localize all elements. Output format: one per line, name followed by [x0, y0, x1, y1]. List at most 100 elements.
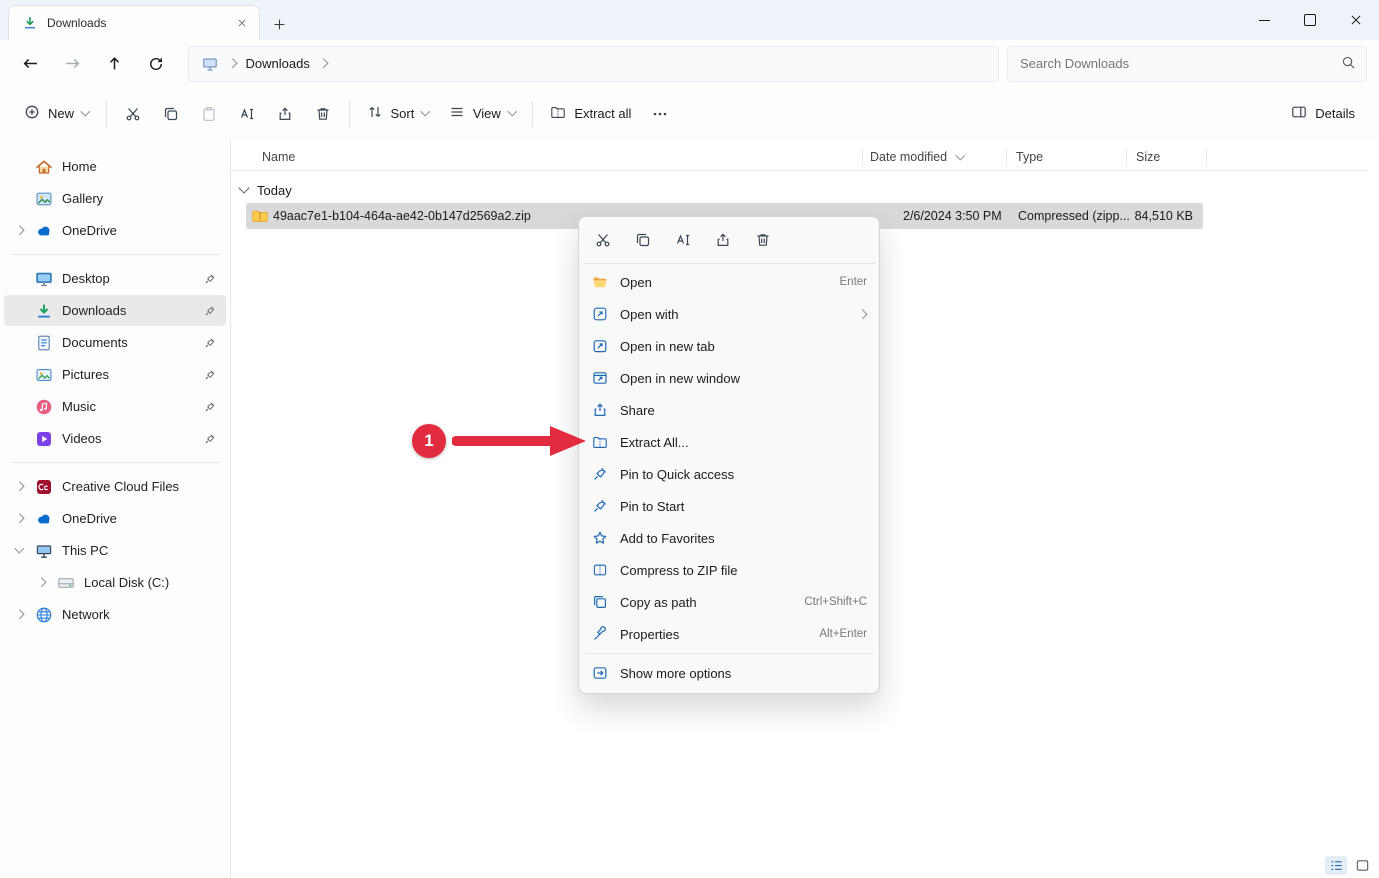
column-header-date-modified[interactable]: Date modified: [870, 144, 964, 170]
file-explorer-window: Downloads: [0, 0, 1379, 878]
cut-button[interactable]: [114, 96, 152, 132]
delete-icon[interactable]: [745, 223, 781, 257]
back-icon[interactable]: [12, 47, 48, 81]
up-icon[interactable]: [96, 47, 132, 81]
music-icon: [35, 398, 53, 416]
thumbnail-view-icon[interactable]: [1351, 856, 1373, 875]
file-size: 84,510 KB: [1135, 203, 1193, 229]
sidebar-item-this-pc[interactable]: This PC: [4, 535, 226, 566]
sidebar-item-home[interactable]: Home: [4, 151, 226, 182]
chevron-right-icon[interactable]: [12, 483, 26, 490]
column-header-size[interactable]: Size: [1136, 144, 1160, 170]
new-label: New: [48, 106, 74, 121]
sidebar-item-onedrive[interactable]: OneDrive: [4, 215, 226, 246]
menu-item-open[interactable]: Open Enter: [583, 266, 875, 298]
menu-item-properties[interactable]: Properties Alt+Enter: [583, 618, 875, 650]
extract-all-label: Extract all: [574, 106, 631, 121]
list-view-icon[interactable]: [1325, 856, 1347, 875]
sidebar-item-downloads[interactable]: Downloads: [4, 295, 226, 326]
command-bar: New Sort: [0, 87, 1379, 141]
chevron-down-icon: [956, 150, 965, 159]
copy-icon[interactable]: [625, 223, 661, 257]
close-tab-icon[interactable]: [231, 12, 253, 34]
divider: [349, 101, 350, 127]
annotation-arrow-icon: [452, 422, 588, 463]
sidebar-item-music[interactable]: Music: [4, 391, 226, 422]
extract-icon: [591, 434, 609, 450]
menu-item-pin-to-quick-access[interactable]: Pin to Quick access: [583, 458, 875, 490]
sidebar-item-gallery[interactable]: Gallery: [4, 183, 226, 214]
chevron-right-icon[interactable]: [12, 611, 26, 618]
search-icon[interactable]: [1341, 55, 1356, 73]
menu-item-open-in-new-window[interactable]: Open in new window: [583, 362, 875, 394]
delete-button[interactable]: [304, 96, 342, 132]
videos-icon: [35, 430, 53, 448]
open-with-icon: [591, 306, 609, 322]
share-icon: [591, 402, 609, 418]
column-header-type[interactable]: Type: [1016, 144, 1043, 170]
window-controls: [1241, 0, 1379, 40]
menu-item-pin-to-start[interactable]: Pin to Start: [583, 490, 875, 522]
sidebar-item-desktop[interactable]: Desktop: [4, 263, 226, 294]
tab-downloads[interactable]: Downloads: [8, 5, 260, 40]
extract-all-button[interactable]: Extract all: [540, 96, 641, 132]
sidebar-item-network[interactable]: Network: [4, 599, 226, 630]
menu-item-extract-all[interactable]: Extract All...: [583, 426, 875, 458]
chevron-right-icon[interactable]: [34, 579, 48, 586]
sort-button[interactable]: Sort: [357, 96, 439, 132]
sort-label: Sort: [391, 106, 415, 121]
menu-item-compress-to-zip[interactable]: Compress to ZIP file: [583, 554, 875, 586]
copy-path-icon: [591, 594, 609, 610]
sidebar-item-local-disk-c[interactable]: Local Disk (C:): [4, 567, 226, 598]
cut-icon[interactable]: [585, 223, 621, 257]
menu-item-show-more-options[interactable]: Show more options: [583, 657, 875, 689]
chevron-right-icon[interactable]: [12, 515, 26, 522]
group-label: Today: [257, 183, 292, 198]
pictures-icon: [35, 366, 53, 384]
minimize-button[interactable]: [1241, 0, 1287, 40]
local-disk-icon: [57, 574, 75, 592]
pin-icon: [204, 337, 216, 349]
new-tab-button[interactable]: [268, 13, 290, 35]
sidebar-item-documents[interactable]: Documents: [4, 327, 226, 358]
file-name: 49aac7e1-b104-464a-ae42-0b147d2569a2.zip: [273, 203, 531, 229]
pin-start-icon: [591, 498, 609, 514]
new-button[interactable]: New: [14, 96, 99, 132]
view-button[interactable]: View: [439, 96, 525, 132]
close-button[interactable]: [1333, 0, 1379, 40]
view-label: View: [473, 106, 501, 121]
search-input[interactable]: [1018, 55, 1333, 72]
copy-button[interactable]: [152, 96, 190, 132]
sidebar-item-pictures[interactable]: Pictures: [4, 359, 226, 390]
details-label: Details: [1315, 106, 1355, 121]
menu-item-share[interactable]: Share: [583, 394, 875, 426]
share-button[interactable]: [266, 96, 304, 132]
column-header-name[interactable]: Name: [262, 144, 295, 170]
details-pane-icon: [1291, 104, 1307, 123]
rename-icon[interactable]: [665, 223, 701, 257]
menu-item-open-in-new-tab[interactable]: Open in new tab: [583, 330, 875, 362]
more-options-button[interactable]: [641, 96, 679, 132]
desktop-icon: [35, 270, 53, 288]
menu-item-open-with[interactable]: Open with: [583, 298, 875, 330]
group-header-today[interactable]: Today: [240, 178, 292, 202]
share-icon[interactable]: [705, 223, 741, 257]
rename-button[interactable]: [228, 96, 266, 132]
sidebar-item-creative-cloud[interactable]: Creative Cloud Files: [4, 471, 226, 502]
sidebar-item-onedrive-2[interactable]: OneDrive: [4, 503, 226, 534]
chevron-right-icon[interactable]: [12, 227, 26, 234]
divider: [585, 653, 873, 654]
status-bar-view-toggles: [1325, 856, 1373, 875]
chevron-down-icon[interactable]: [12, 549, 26, 552]
menu-item-add-to-favorites[interactable]: Add to Favorites: [583, 522, 875, 554]
sidebar-item-videos[interactable]: Videos: [4, 423, 226, 454]
details-pane-button[interactable]: Details: [1281, 96, 1365, 132]
menu-item-copy-as-path[interactable]: Copy as path Ctrl+Shift+C: [583, 586, 875, 618]
breadcrumb-location[interactable]: Downloads: [246, 56, 310, 71]
forward-icon[interactable]: [54, 47, 90, 81]
maximize-button[interactable]: [1287, 0, 1333, 40]
paste-button[interactable]: [190, 96, 228, 132]
address-bar: Downloads: [0, 40, 1379, 87]
refresh-icon[interactable]: [138, 47, 174, 81]
breadcrumb[interactable]: Downloads: [188, 46, 999, 82]
